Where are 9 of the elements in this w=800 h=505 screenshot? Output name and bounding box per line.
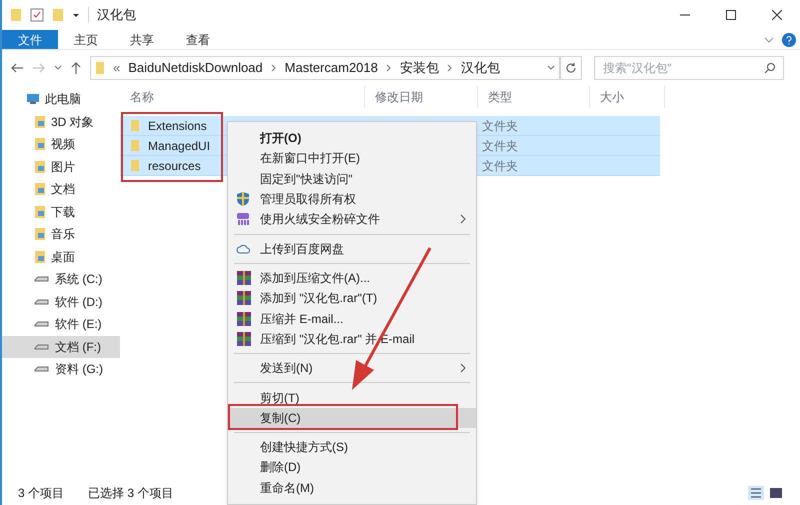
file-name: ManagedUI bbox=[148, 138, 210, 154]
file-type: 文件夹 bbox=[482, 138, 518, 154]
item-count: 3 个项目 bbox=[18, 485, 64, 502]
file-name: Extensions bbox=[148, 118, 207, 134]
selection-count: 已选择 3 个项目 bbox=[88, 485, 174, 502]
file-type: 文件夹 bbox=[482, 158, 518, 174]
file-type: 文件夹 bbox=[482, 118, 518, 134]
window-title: 汉化包 bbox=[97, 6, 136, 24]
file-name: resources bbox=[148, 158, 201, 174]
